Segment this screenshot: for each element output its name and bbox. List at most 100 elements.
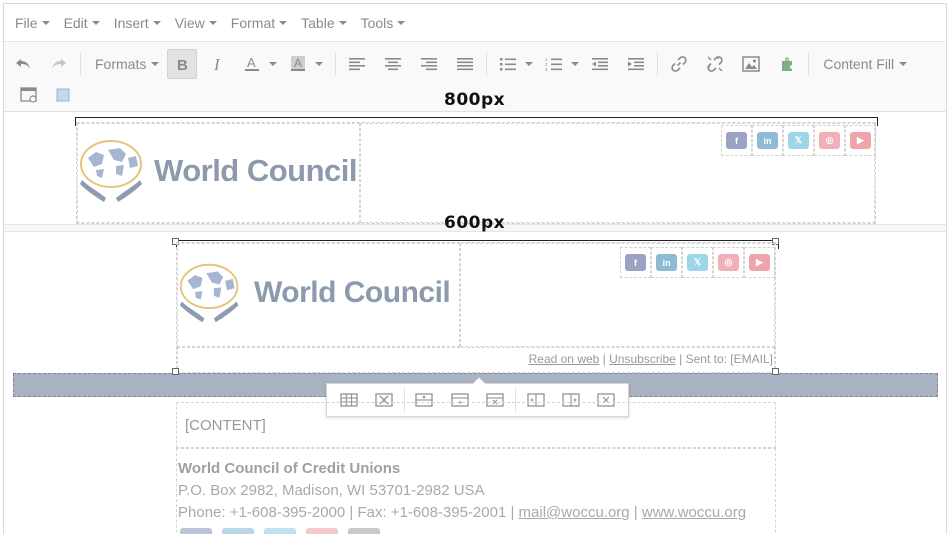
- footer-website-link[interactable]: www.woccu.org: [642, 504, 746, 521]
- content-cell[interactable]: [176, 402, 776, 448]
- x-icon[interactable]: 𝕏: [687, 254, 708, 271]
- toolbar-separator: [80, 52, 81, 76]
- facebook-icon[interactable]: [180, 528, 212, 534]
- editor-canvas[interactable]: 800px World Council f in 𝕏 ◎ ▶ 600px Wor…: [4, 90, 946, 534]
- logo-text: World Council: [254, 276, 451, 309]
- link-icon: [671, 56, 687, 72]
- menu-tools-label: Tools: [360, 14, 394, 31]
- linkedin-icon[interactable]: in: [757, 132, 778, 149]
- align-center-button[interactable]: [378, 49, 408, 79]
- linkedin-icon[interactable]: in: [656, 254, 677, 271]
- logo-600: World Council: [178, 260, 451, 326]
- x-icon[interactable]: 𝕏: [788, 132, 809, 149]
- bullet-list-button[interactable]: [493, 49, 523, 79]
- align-justify-icon: [457, 58, 474, 71]
- bullet-list-caret[interactable]: [525, 62, 534, 66]
- footer-email-link[interactable]: mail@woccu.org: [519, 504, 630, 521]
- menu-file-label: File: [15, 14, 38, 31]
- x-icon[interactable]: [264, 528, 296, 534]
- menu-view[interactable]: View: [168, 4, 224, 41]
- menu-format-label: Format: [230, 14, 276, 31]
- square-icon: [56, 88, 70, 102]
- svg-text:3: 3: [545, 67, 548, 71]
- background-color-button[interactable]: A: [283, 49, 313, 79]
- numbered-list-button[interactable]: 123: [539, 49, 569, 79]
- ruler-600-label: 600px: [444, 213, 506, 233]
- footer-address: P.O. Box 2982, Madison, WI 53701-2982 US…: [178, 482, 485, 499]
- background-color-split: A: [283, 49, 329, 79]
- social-slot: 𝕏: [783, 125, 814, 156]
- background-color-caret[interactable]: [315, 62, 324, 66]
- toolbar-separator: [335, 52, 337, 76]
- ruler-800-line: [75, 117, 878, 126]
- svg-text:B: B: [177, 57, 188, 72]
- social-icons-800: f in 𝕏 ◎ ▶: [721, 125, 876, 156]
- numbered-list-caret[interactable]: [571, 62, 580, 66]
- email-header-800: World Council f in 𝕏 ◎ ▶: [76, 122, 876, 224]
- menu-file[interactable]: File: [8, 4, 57, 41]
- indent-button[interactable]: [621, 49, 651, 79]
- align-right-icon: [421, 58, 438, 71]
- chevron-down-icon: [152, 20, 161, 25]
- social-slot: 𝕏: [682, 247, 713, 278]
- bullet-list-split: [493, 49, 539, 79]
- chevron-down-icon: [397, 20, 406, 25]
- linkedin-icon[interactable]: [222, 528, 254, 534]
- align-right-button[interactable]: [414, 49, 444, 79]
- text-color-caret[interactable]: [269, 62, 278, 66]
- remove-link-button[interactable]: [700, 49, 730, 79]
- social-slot: ▶: [744, 247, 775, 278]
- redo-button[interactable]: [44, 49, 74, 79]
- outdent-button[interactable]: [585, 49, 615, 79]
- content-fill-label: Content Fill: [823, 56, 895, 72]
- footer-contact-line: Phone: +1-608-395-2000 | Fax: +1-608-395…: [178, 502, 746, 524]
- logo-cell-800: World Council: [77, 123, 360, 223]
- toolbar-row-1: Formats B I A A 1 2 3 Content Fill: [4, 47, 915, 81]
- align-left-button[interactable]: [342, 49, 372, 79]
- menu-format[interactable]: Format: [224, 4, 294, 41]
- chevron-down-icon: [279, 20, 288, 25]
- redo-icon: [52, 59, 66, 69]
- block-button[interactable]: [48, 80, 78, 110]
- footer-contact-prefix: Phone: +1-608-395-2000 | Fax: +1-608-395…: [178, 504, 519, 521]
- undo-button[interactable]: [8, 49, 38, 79]
- formats-dropdown[interactable]: Formats: [87, 56, 167, 72]
- bold-button[interactable]: B: [167, 49, 198, 79]
- youtube-icon[interactable]: ▶: [850, 132, 871, 149]
- menu-tools[interactable]: Tools: [354, 4, 413, 41]
- sent-to-text: | Sent to: [EMAIL]: [675, 352, 773, 366]
- insert-image-button[interactable]: [736, 49, 766, 79]
- align-center-icon: [385, 58, 402, 71]
- resize-handle-bottom-right[interactable]: [772, 368, 779, 375]
- text-color-button[interactable]: A: [237, 49, 267, 79]
- youtube-icon[interactable]: ▶: [749, 254, 770, 271]
- menu-edit[interactable]: Edit: [57, 4, 107, 41]
- toolbar-row-2: [4, 80, 78, 110]
- chevron-down-icon: [208, 20, 217, 25]
- insert-template-button[interactable]: [772, 49, 802, 79]
- numbered-list-icon: 123: [545, 57, 563, 71]
- resize-handle-bottom-left[interactable]: [172, 368, 179, 375]
- logo-cell-600: World Council: [177, 243, 460, 347]
- facebook-icon[interactable]: f: [625, 254, 646, 271]
- italic-button[interactable]: I: [203, 49, 233, 79]
- menu-insert[interactable]: Insert: [107, 4, 168, 41]
- read-on-web-link[interactable]: Read on web: [529, 352, 600, 366]
- align-left-icon: [349, 58, 366, 71]
- content-placeholder: [CONTENT]: [185, 417, 266, 434]
- menu-table[interactable]: Table: [294, 4, 353, 41]
- content-fill-dropdown[interactable]: Content Fill: [815, 56, 915, 72]
- numbered-list-split: 123: [539, 49, 585, 79]
- instagram-icon[interactable]: ◎: [718, 254, 739, 271]
- instagram-icon[interactable]: ◎: [819, 132, 840, 149]
- facebook-icon[interactable]: f: [726, 132, 747, 149]
- instagram-icon[interactable]: [306, 528, 338, 534]
- toolbar-separator: [486, 52, 488, 76]
- insert-link-button[interactable]: [664, 49, 694, 79]
- undo-icon: [16, 59, 30, 69]
- unsubscribe-link[interactable]: Unsubscribe: [609, 352, 676, 366]
- source-code-button[interactable]: [14, 80, 44, 110]
- menubar: File Edit Insert View Format Table Tools: [4, 4, 946, 42]
- youtube-icon[interactable]: [348, 528, 380, 534]
- align-justify-button[interactable]: [450, 49, 480, 79]
